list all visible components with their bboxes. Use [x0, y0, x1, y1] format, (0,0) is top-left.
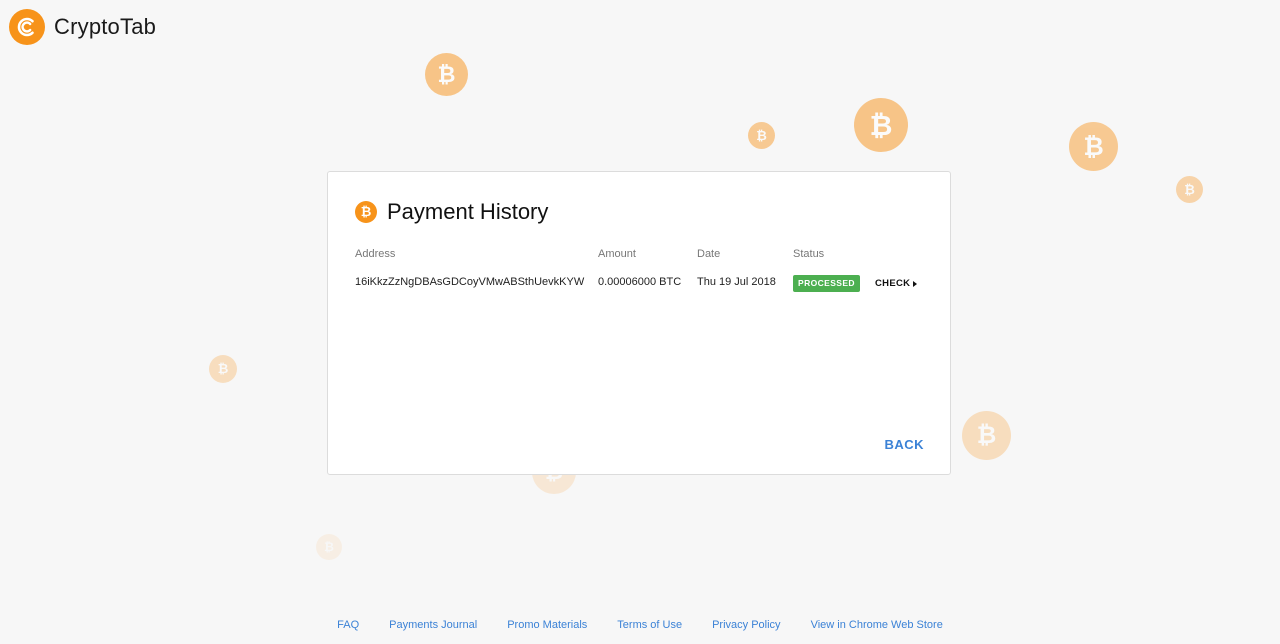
bitcoin-icon: ₿	[425, 53, 468, 96]
bitcoin-icon: ₿	[962, 411, 1011, 460]
caret-right-icon	[913, 280, 918, 287]
footer-link-promo-materials[interactable]: Promo Materials	[507, 619, 587, 631]
card-header: ₿ Payment History	[355, 199, 548, 225]
column-header-status: Status	[793, 248, 825, 260]
app-logo[interactable]: CryptoTab	[9, 9, 156, 45]
bitcoin-icon: ₿	[316, 534, 342, 560]
column-header-amount: Amount	[598, 248, 636, 260]
check-link[interactable]: CHECK	[875, 278, 918, 289]
footer-link-payments-journal[interactable]: Payments Journal	[389, 619, 477, 631]
bitcoin-icon: ₿	[1069, 122, 1118, 171]
bitcoin-icon: ₿	[748, 122, 775, 149]
footer-link-chrome-web-store[interactable]: View in Chrome Web Store	[811, 619, 943, 631]
column-header-date: Date	[697, 248, 721, 260]
footer-link-terms-of-use[interactable]: Terms of Use	[617, 619, 682, 631]
column-header-address: Address	[355, 248, 396, 260]
page-title: Payment History	[387, 199, 549, 224]
bitcoin-icon: ₿	[1176, 176, 1203, 203]
footer-nav: FAQ Payments Journal Promo Materials Ter…	[0, 619, 1280, 631]
payment-date: Thu 19 Jul 2018	[697, 276, 776, 288]
payment-address: 16iKkzZzNgDBAsGDCoyVMwABSthUevkKYW	[355, 276, 585, 288]
payment-amount: 0.00006000 BTC	[598, 276, 682, 288]
bitcoin-icon: ₿	[854, 98, 908, 152]
check-link-label: CHECK	[875, 278, 911, 289]
payment-history-card: ₿ Payment History Address Amount Date St…	[327, 171, 951, 475]
footer-link-privacy-policy[interactable]: Privacy Policy	[712, 619, 780, 631]
cryptotab-logo-icon	[9, 9, 45, 45]
bitcoin-icon: ₿	[355, 201, 377, 223]
bitcoin-icon: ₿	[209, 355, 237, 383]
footer-link-faq[interactable]: FAQ	[337, 619, 359, 631]
status-badge: PROCESSED	[793, 275, 860, 292]
back-button[interactable]: BACK	[884, 437, 924, 452]
app-name: CryptoTab	[54, 14, 157, 39]
